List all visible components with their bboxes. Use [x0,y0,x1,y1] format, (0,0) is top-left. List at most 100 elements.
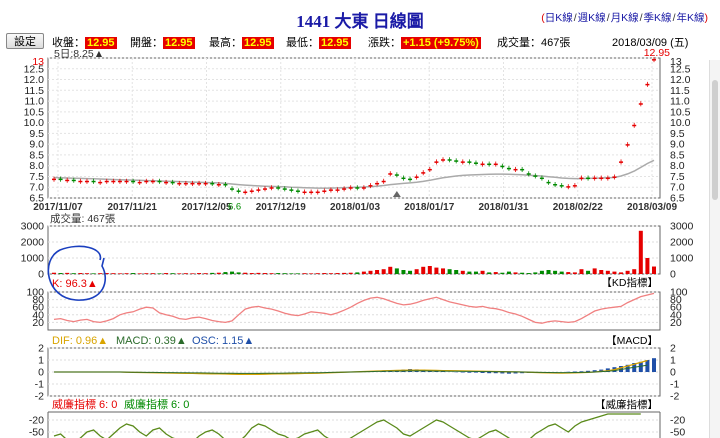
volume-bar [289,273,294,274]
volume-tick-left: 1000 [21,253,45,265]
volume-bar [223,272,228,274]
candle-body [98,181,103,184]
volume-tick-left: 0 [38,269,44,281]
kd-line [53,292,655,324]
volume-bar [559,271,564,274]
volume-bar [84,273,89,274]
candle-body [388,173,393,175]
candle-body [401,177,406,180]
volume-bar [427,266,432,274]
candle-body [368,185,373,187]
osc-bar [467,372,472,373]
volume-bar [394,268,399,274]
volume-bar [652,266,656,274]
volume-bar [467,271,472,274]
scrollbar[interactable] [709,60,720,438]
volume-tick-right: 2000 [670,237,694,249]
volume-bar [460,270,465,274]
volume-bar [388,266,393,274]
volume-bar [315,273,320,274]
volume-bar [65,272,70,274]
candle-body [289,189,294,191]
candle-body [322,190,327,192]
volume-bar [302,273,307,274]
candle-body [348,187,353,189]
candle-body [315,191,320,194]
volume-bar [414,269,419,274]
price-pane-frame [47,57,661,199]
candle-body [269,187,274,189]
osc-bar [487,372,492,374]
macd-tick-left: -2 [35,391,44,403]
candle-body [572,185,577,187]
candle-body [447,159,452,161]
candle-body [506,167,511,170]
wr-label-b: 威廉指標 6: 0 [124,397,189,411]
candle-body [58,178,63,181]
macd-label: MACD: 0.39▲ [116,335,187,347]
volume-bar [625,270,630,274]
osc-bar [652,358,656,372]
candle-body [131,180,136,183]
wr-tick-left: -50 [29,427,44,438]
volume-bar [421,266,426,274]
candle-body [355,187,360,189]
volume-bar [230,271,235,274]
volume-bar [454,270,459,274]
volume-bar [632,269,637,274]
volume-bar [322,273,327,274]
candle-body [394,174,399,176]
volume-bar [546,270,551,274]
candle-body [619,161,624,163]
macd-tab: 【MACD】 [606,335,658,347]
candle-body [249,190,254,192]
volume-bar [131,273,136,274]
volume-bar [408,270,413,274]
volume-bar [269,273,274,274]
price-tick-right-top: 13 [670,56,682,68]
candle-body [117,180,122,183]
date-tick: 2018/02/22 [553,202,603,213]
candle-body [605,177,610,180]
candle-body [553,184,558,186]
volume-bar [381,269,386,274]
candle-body [71,179,76,182]
candle-body [335,189,340,191]
macd-tick-left: 2 [38,343,44,355]
volume-bar [91,273,96,274]
macd-tick-right: -1 [670,379,679,391]
candle-body [276,187,281,189]
volume-bar [572,272,577,274]
candle-body [566,186,571,188]
volume-bar [236,272,241,274]
candle-body [533,175,538,177]
volume-bar [506,271,511,274]
candle-body [632,124,637,127]
scrollbar-thumb[interactable] [712,80,718,200]
osc-bar [480,372,485,373]
wr-tab: 【威廉指標】 [595,398,658,411]
candle-body [223,184,228,186]
candle-body [586,177,591,180]
volume-bar [553,270,558,274]
macd-line [54,364,648,374]
dif-label: DIF: 0.96▲ [52,335,108,347]
candle-body [500,165,505,168]
volume-bar [493,272,498,274]
volume-bar [513,272,518,274]
volume-bar [533,272,538,274]
candle-body [137,181,142,184]
volume-tick-right: 1000 [670,253,694,265]
volume-bar [210,272,215,274]
date-tick: 2018/01/03 [330,202,380,213]
candle-body [203,182,208,185]
candle-body [493,163,498,166]
candle-body [190,182,195,185]
date-tick: 2017/12/19 [256,202,306,213]
kd-tab: 【KD指標】 [601,276,658,289]
volume-bar [124,273,129,274]
candle-body [84,180,89,183]
candle-body [197,182,202,185]
volume-bar [262,273,267,274]
volume-label: 成交量: 467張 [50,212,116,225]
